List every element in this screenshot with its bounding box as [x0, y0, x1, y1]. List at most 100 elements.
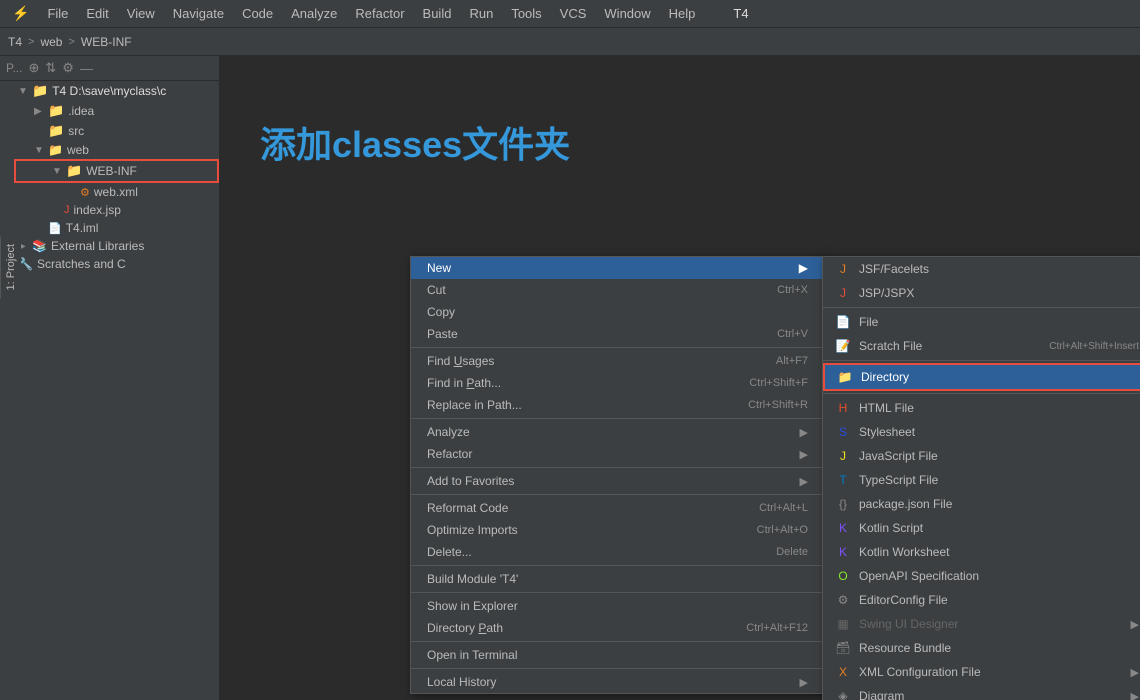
- expand-arrow-web: ▼: [34, 145, 44, 156]
- submenu-directory[interactable]: 📁 Directory: [823, 363, 1140, 391]
- sort-icon[interactable]: ⇅: [45, 60, 56, 76]
- submenu-kotlin-script[interactable]: K Kotlin Script: [823, 516, 1140, 540]
- swing-arrow: ▶: [1131, 618, 1139, 631]
- submenu-pkg[interactable]: {} package.json File: [823, 492, 1140, 516]
- context-menu-terminal[interactable]: Open in Terminal: [411, 644, 824, 666]
- tree-item-webxml[interactable]: ⚙ web.xml: [14, 183, 219, 201]
- new-submenu: J JSF/Facelets J JSP/JSPX 📄 File 📝 Scrat…: [822, 256, 1140, 700]
- submenu-swing: ▦ Swing UI Designer ▶: [823, 612, 1140, 636]
- breadcrumb-t4[interactable]: T4: [8, 35, 22, 49]
- xml-label: XML Configuration File: [859, 665, 981, 679]
- submenu-xml[interactable]: X XML Configuration File ▶: [823, 660, 1140, 684]
- css-label: Stylesheet: [859, 425, 915, 439]
- html-label: HTML File: [859, 401, 914, 415]
- context-menu-paste[interactable]: Paste Ctrl+V: [411, 323, 824, 345]
- submenu-editorconfig[interactable]: ⚙ EditorConfig File: [823, 588, 1140, 612]
- sync-icon[interactable]: ⊕: [28, 60, 39, 76]
- delete-shortcut: Delete: [776, 546, 808, 558]
- js-icon: J: [835, 448, 851, 464]
- menu-edit[interactable]: Edit: [78, 3, 116, 24]
- context-menu-dir-path[interactable]: Directory Path Ctrl+Alt+F12: [411, 617, 824, 639]
- tree-item-label-t4: T4 D:\save\myclass\c: [52, 84, 166, 98]
- menu-view[interactable]: View: [119, 3, 163, 24]
- optimize-shortcut: Ctrl+Alt+O: [757, 524, 808, 536]
- submenu-html[interactable]: H HTML File: [823, 396, 1140, 420]
- tree-item-label-t4iml: T4.iml: [66, 221, 99, 235]
- menu-refactor[interactable]: Refactor: [347, 3, 412, 24]
- context-menu-new[interactable]: New ▶: [411, 257, 824, 279]
- breadcrumb-sep1: >: [28, 36, 34, 48]
- scratch-icon: 📝: [835, 338, 851, 354]
- tree-item-indexjsp[interactable]: J index.jsp: [14, 201, 219, 219]
- file-icon-webxml: ⚙: [80, 186, 90, 199]
- submenu-kotlin-worksheet[interactable]: K Kotlin Worksheet: [823, 540, 1140, 564]
- tree-item-extlib[interactable]: ▶ 📚 External Libraries: [14, 237, 219, 255]
- expand-arrow-webinf: ▼: [52, 166, 62, 177]
- paste-shortcut: Ctrl+V: [777, 328, 808, 340]
- tree-item-src[interactable]: 📁 src: [14, 121, 219, 141]
- submenu-css[interactable]: S Stylesheet: [823, 420, 1140, 444]
- openapi-icon: O: [835, 568, 851, 584]
- tree-item-webinf[interactable]: ▼ 📁 WEB-INF: [14, 159, 219, 183]
- submenu-diagram[interactable]: ◈ Diagram ▶: [823, 684, 1140, 700]
- context-menu-find-usages[interactable]: Find Usages Alt+F7: [411, 350, 824, 372]
- tree-item-web[interactable]: ▼ 📁 web: [14, 141, 219, 159]
- context-menu-find-path[interactable]: Find in Path... Ctrl+Shift+F: [411, 372, 824, 394]
- context-menu-reformat[interactable]: Reformat Code Ctrl+Alt+L: [411, 497, 824, 519]
- tree-item-idea[interactable]: ▶ 📁 .idea: [14, 101, 219, 121]
- context-menu-optimize[interactable]: Optimize Imports Ctrl+Alt+O: [411, 519, 824, 541]
- content-area: 添加classes文件夹 Search Everywhere Double Sh…: [220, 56, 1140, 700]
- menu-file[interactable]: File: [39, 3, 76, 24]
- context-menu: New ▶ Cut Ctrl+X Copy Paste Ctrl+V Find …: [410, 256, 825, 694]
- menu-analyze[interactable]: Analyze: [283, 3, 345, 24]
- collapse-icon[interactable]: —: [80, 61, 93, 76]
- context-menu-refactor[interactable]: Refactor ▶: [411, 443, 824, 465]
- submenu-resource[interactable]: 🗃 Resource Bundle: [823, 636, 1140, 660]
- refactor-arrow: ▶: [800, 448, 808, 461]
- submenu-jsf[interactable]: J JSF/Facelets: [823, 257, 1140, 281]
- menu-run[interactable]: Run: [461, 3, 501, 24]
- breadcrumb-webinf[interactable]: WEB-INF: [81, 35, 132, 49]
- context-menu-copy[interactable]: Copy: [411, 301, 824, 323]
- replace-path-label: Replace in Path...: [427, 398, 740, 412]
- submenu-js[interactable]: J JavaScript File: [823, 444, 1140, 468]
- menu-window[interactable]: Window: [596, 3, 658, 24]
- folder-icon-web: 📁: [48, 143, 63, 157]
- submenu-jsp[interactable]: J JSP/JSPX: [823, 281, 1140, 305]
- menu-tools[interactable]: Tools: [503, 3, 549, 24]
- scratch-shortcut: Ctrl+Alt+Shift+Insert: [1049, 341, 1139, 352]
- tree-item-label-indexjsp: index.jsp: [74, 203, 121, 217]
- context-menu-build[interactable]: Build Module 'T4': [411, 568, 824, 590]
- submenu-ts[interactable]: T TypeScript File: [823, 468, 1140, 492]
- submenu-scratch[interactable]: 📝 Scratch File Ctrl+Alt+Shift+Insert: [823, 334, 1140, 358]
- context-menu-show-explorer[interactable]: Show in Explorer: [411, 595, 824, 617]
- sep7: [411, 641, 824, 642]
- menu-navigate[interactable]: Navigate: [165, 3, 232, 24]
- menu-help[interactable]: Help: [661, 3, 704, 24]
- project-tab[interactable]: 1: Project: [0, 236, 21, 298]
- submenu-openapi[interactable]: O OpenAPI Specification: [823, 564, 1140, 588]
- menu-code[interactable]: Code: [234, 3, 281, 24]
- tree-item-label-extlib: External Libraries: [51, 239, 144, 253]
- context-menu-cut[interactable]: Cut Ctrl+X: [411, 279, 824, 301]
- context-menu-favorites[interactable]: Add to Favorites ▶: [411, 470, 824, 492]
- context-menu-delete[interactable]: Delete... Delete: [411, 541, 824, 563]
- menu-vcs[interactable]: VCS: [552, 3, 595, 24]
- find-usages-shortcut: Alt+F7: [776, 355, 808, 367]
- context-menu-new-arrow: ▶: [799, 261, 808, 275]
- settings-icon[interactable]: ⚙: [62, 60, 74, 76]
- context-menu-replace-path[interactable]: Replace in Path... Ctrl+Shift+R: [411, 394, 824, 416]
- favorites-label: Add to Favorites: [427, 474, 792, 488]
- sep2: [411, 418, 824, 419]
- menu-build[interactable]: Build: [415, 3, 460, 24]
- submenu-file[interactable]: 📄 File: [823, 310, 1140, 334]
- context-menu-local-history[interactable]: Local History ▶: [411, 671, 824, 693]
- sep8: [411, 668, 824, 669]
- context-menu-analyze[interactable]: Analyze ▶: [411, 421, 824, 443]
- tree-item-t4iml[interactable]: 📄 T4.iml: [14, 219, 219, 237]
- breadcrumb-web[interactable]: web: [40, 35, 62, 49]
- tree-item-scratches[interactable]: 🔧 Scratches and C: [14, 255, 219, 273]
- tree-item-t4[interactable]: ▼ 📁 T4 D:\save\myclass\c: [14, 81, 219, 101]
- project-name-menu: T4: [725, 3, 756, 24]
- local-history-arrow: ▶: [800, 676, 808, 689]
